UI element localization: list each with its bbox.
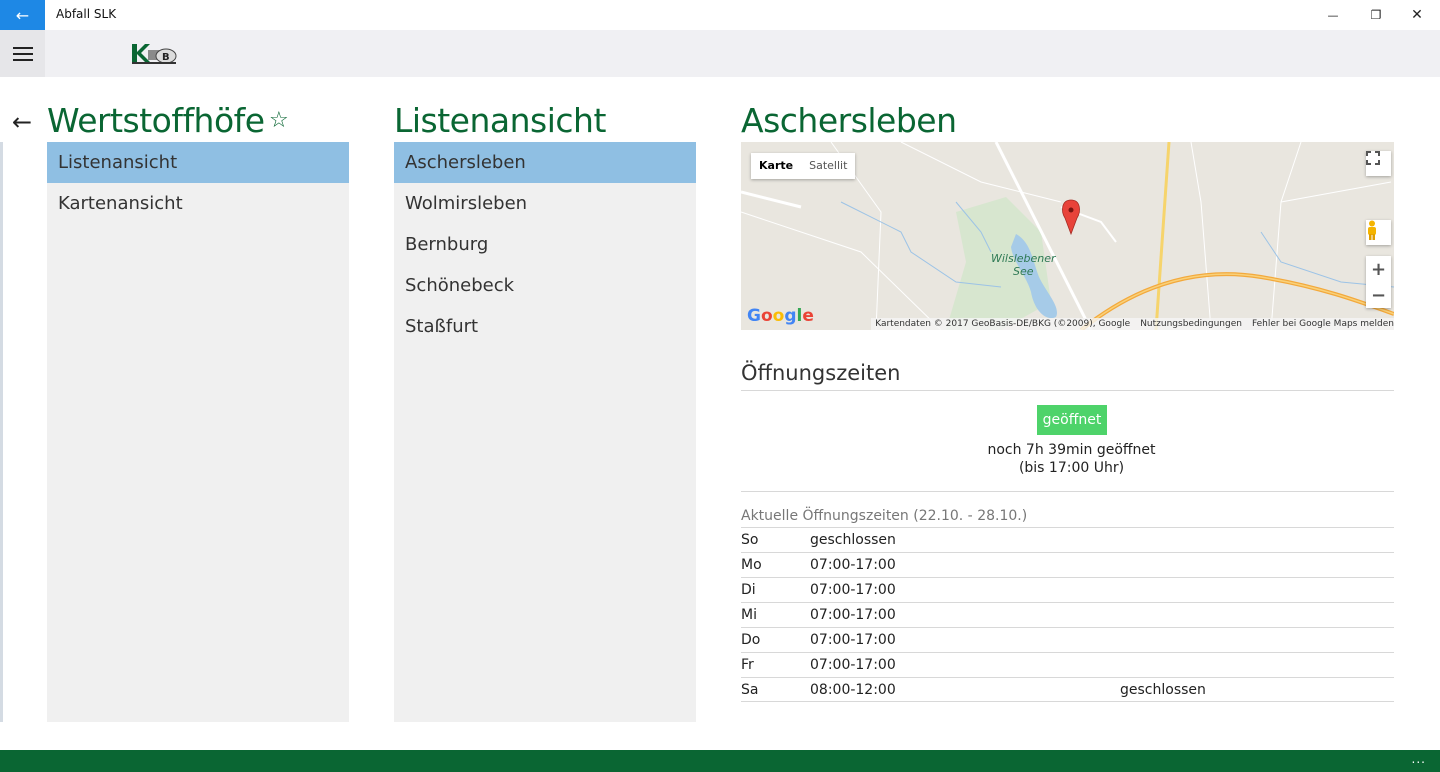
hours-day: Mi xyxy=(741,607,757,623)
map-type-karte-button[interactable]: Karte xyxy=(751,153,801,179)
minimize-button[interactable]: — xyxy=(1310,0,1356,30)
hours-extra: geschlossen xyxy=(1120,682,1206,698)
remaining-time: noch 7h 39min geöffnet xyxy=(987,442,1156,458)
app-footer-bar: ... xyxy=(0,750,1440,772)
pegman-icon xyxy=(1368,220,1376,240)
map-view[interactable]: Wilslebener See Karte Satellit + − Googl… xyxy=(741,142,1394,330)
map-report-link[interactable]: Fehler bei Google Maps melden xyxy=(1252,318,1394,330)
hamburger-icon-line xyxy=(12,52,33,55)
list-item-stassfurt[interactable]: Staßfurt xyxy=(394,306,696,347)
star-icon: ☆ xyxy=(269,108,289,133)
hours-day: Sa xyxy=(741,682,759,698)
hours-time: 07:00-17:00 xyxy=(810,557,896,573)
google-logo-letter: o xyxy=(760,306,773,326)
app-toolbar: B xyxy=(0,30,1440,77)
left-edge-marker xyxy=(0,142,3,722)
hours-time: 07:00-17:00 xyxy=(810,657,896,673)
google-logo-letter: e xyxy=(802,306,814,326)
nav-back-button[interactable]: ← xyxy=(12,108,32,136)
fullscreen-icon xyxy=(1366,151,1380,165)
table-row: Mo 07:00-17:00 xyxy=(741,552,1394,577)
map-attribution: Kartendaten © 2017 GeoBasis-DE/BKG (©200… xyxy=(875,319,1131,329)
google-logo-letter: o xyxy=(772,306,785,326)
close-icon: ✕ xyxy=(1411,7,1423,23)
window-back-button[interactable]: ← xyxy=(0,0,45,30)
hours-time: 07:00-17:00 xyxy=(810,582,896,598)
view-mode-list: Listenansicht Kartenansicht xyxy=(47,142,349,722)
hours-day: Di xyxy=(741,582,756,598)
fullscreen-button[interactable] xyxy=(1366,151,1391,176)
list-item-aschersleben[interactable]: Aschersleben xyxy=(394,142,696,183)
map-attribution-bar: Kartendaten © 2017 GeoBasis-DE/BKG (©200… xyxy=(871,318,1394,330)
table-row: So geschlossen xyxy=(741,527,1394,552)
svg-text:B: B xyxy=(162,52,170,63)
zoom-control: + − xyxy=(1366,256,1391,308)
table-row: Mi 07:00-17:00 xyxy=(741,602,1394,627)
lake-label: Wilslebener See xyxy=(991,252,1056,278)
list-item-listenansicht[interactable]: Listenansicht xyxy=(47,142,349,183)
back-arrow-icon: ← xyxy=(12,108,33,136)
list-title: Listenansicht xyxy=(394,101,606,140)
hours-day: Mo xyxy=(741,557,762,573)
title-bar: ← Abfall SLK — ❐ ✕ xyxy=(0,0,1440,30)
hamburger-menu-button[interactable] xyxy=(0,30,45,77)
hours-day: So xyxy=(741,532,759,548)
table-row: Fr 07:00-17:00 xyxy=(741,652,1394,677)
list-item-bernburg[interactable]: Bernburg xyxy=(394,224,696,265)
lake-label-line: Wilslebener xyxy=(991,252,1056,265)
map-terms-link[interactable]: Nutzungsbedingungen xyxy=(1140,318,1242,330)
divider xyxy=(741,491,1394,492)
week-hours-title: Aktuelle Öffnungszeiten (22.10. - 28.10.… xyxy=(741,508,1028,524)
street-view-button[interactable] xyxy=(1366,220,1391,245)
map-type-satellite-button[interactable]: Satellit xyxy=(801,153,855,179)
hamburger-icon-line xyxy=(12,58,33,61)
hours-time: 07:00-17:00 xyxy=(810,607,896,623)
map-type-control: Karte Satellit xyxy=(751,153,856,179)
table-row: Do 07:00-17:00 xyxy=(741,627,1394,652)
more-options-button[interactable]: ... xyxy=(1412,752,1426,766)
kwb-logo: B xyxy=(132,44,177,64)
restore-icon: ❐ xyxy=(1370,8,1382,22)
closing-time: (bis 17:00 Uhr) xyxy=(1018,460,1125,476)
list-item-schoenebeck[interactable]: Schönebeck xyxy=(394,265,696,306)
hours-day: Fr xyxy=(741,657,754,673)
divider xyxy=(741,390,1394,391)
page-title: Wertstoffhöfe xyxy=(47,101,265,140)
table-row: Di 07:00-17:00 xyxy=(741,577,1394,602)
list-item-wolmirsleben[interactable]: Wolmirsleben xyxy=(394,183,696,224)
google-logo: Google xyxy=(747,306,814,326)
hamburger-icon-line xyxy=(12,46,33,49)
table-row: Sa 08:00-12:00 geschlossen xyxy=(741,677,1394,702)
hours-day: Do xyxy=(741,632,761,648)
location-list: Aschersleben Wolmirsleben Bernburg Schön… xyxy=(394,142,696,722)
lake-label-line: See xyxy=(1013,265,1034,278)
back-arrow-icon: ← xyxy=(15,5,30,25)
status-badge: geöffnet xyxy=(1037,405,1107,435)
hours-time: 08:00-12:00 xyxy=(810,682,896,698)
google-logo-letter: g xyxy=(784,306,797,326)
minimize-icon: — xyxy=(1327,8,1339,22)
list-item-kartenansicht[interactable]: Kartenansicht xyxy=(47,183,349,224)
opening-hours-title: Öffnungszeiten xyxy=(741,361,901,385)
google-logo-letter: G xyxy=(747,306,761,326)
ellipsis-icon: ... xyxy=(1411,752,1426,766)
hours-table: So geschlossen Mo 07:00-17:00 Di 07:00-1… xyxy=(741,527,1394,702)
hours-time: 07:00-17:00 xyxy=(810,632,896,648)
favorite-star-button[interactable]: ☆ xyxy=(269,108,289,133)
hours-time: geschlossen xyxy=(810,532,896,548)
close-window-button[interactable]: ✕ xyxy=(1394,0,1440,30)
detail-title: Aschersleben xyxy=(741,101,957,140)
window-title: Abfall SLK xyxy=(56,7,117,21)
zoom-in-button[interactable]: + xyxy=(1366,256,1391,282)
zoom-out-button[interactable]: − xyxy=(1366,282,1391,308)
restore-button[interactable]: ❐ xyxy=(1353,0,1399,30)
